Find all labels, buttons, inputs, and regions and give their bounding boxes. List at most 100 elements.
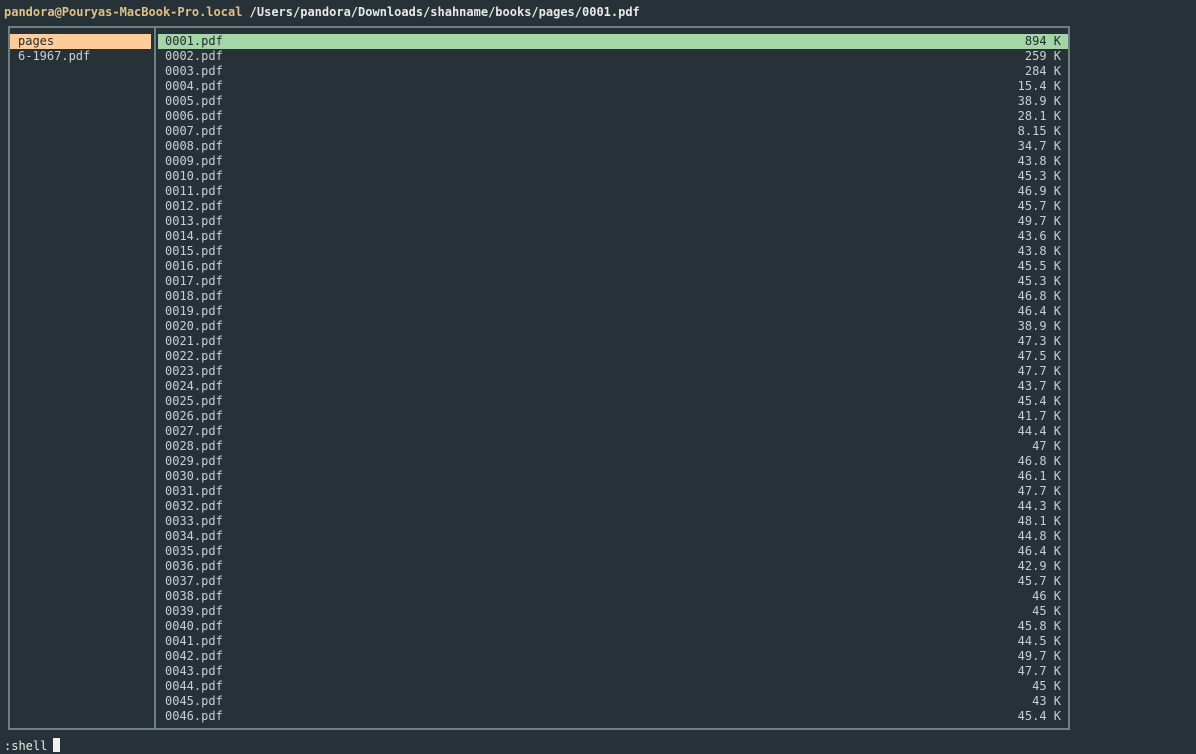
file-list-item[interactable]: 0043.pdf 47.7 K [158,664,1068,679]
file-name: 0035.pdf [165,544,223,558]
file-size: 49.7 K [1017,214,1061,228]
file-list-item[interactable]: 0041.pdf 44.5 K [158,634,1068,649]
file-list-item[interactable]: 0005.pdf 38.9 K [158,94,1068,109]
file-name: 0021.pdf [165,334,223,348]
file-list-item[interactable]: 0033.pdf 48.1 K [158,514,1068,529]
file-list-item[interactable]: 0021.pdf 47.3 K [158,334,1068,349]
file-size: 47.7 K [1017,484,1061,498]
file-list-item[interactable]: 0004.pdf 15.4 K [158,79,1068,94]
file-list-item[interactable]: 0025.pdf 45.4 K [158,394,1068,409]
file-list-item[interactable]: 0044.pdf 45 K [158,679,1068,694]
file-size: 45.3 K [1017,274,1061,288]
file-name: 0045.pdf [165,694,223,708]
file-list-item[interactable]: 0018.pdf 46.8 K [158,289,1068,304]
file-size: 45.7 K [1017,574,1061,588]
file-size: 38.9 K [1017,319,1061,333]
file-list-item[interactable]: 0042.pdf 49.7 K [158,649,1068,664]
file-list-item[interactable]: 0015.pdf 43.8 K [158,244,1068,259]
file-size: 48.1 K [1017,514,1061,528]
file-list-item[interactable]: 0023.pdf 47.7 K [158,364,1068,379]
file-list-item[interactable]: 0022.pdf 47.5 K [158,349,1068,364]
file-list-item[interactable]: 0012.pdf 45.7 K [158,199,1068,214]
file-list-item[interactable]: 0003.pdf 284 K [158,64,1068,79]
file-list-item[interactable]: 0027.pdf 44.4 K [158,424,1068,439]
file-name: 0042.pdf [165,649,223,663]
file-list-item[interactable]: 0013.pdf 49.7 K [158,214,1068,229]
file-list-item[interactable]: 0017.pdf 45.3 K [158,274,1068,289]
file-list-item[interactable]: 0011.pdf 46.9 K [158,184,1068,199]
file-size: 45 K [1032,679,1061,693]
file-size: 43 K [1032,694,1061,708]
file-size: 41.7 K [1017,409,1061,423]
file-list-item[interactable]: 0009.pdf 43.8 K [158,154,1068,169]
item-name: 6-1967.pdf [18,49,91,63]
parent-list-item[interactable]: 6-1967.pdf [10,49,151,64]
text-cursor [53,738,61,752]
file-name: 0010.pdf [165,169,223,183]
file-list-item[interactable]: 0014.pdf 43.6 K [158,229,1068,244]
file-size: 8.15 K [1017,124,1061,138]
file-list-item[interactable]: 0026.pdf 41.7 K [158,409,1068,424]
file-name: 0008.pdf [165,139,223,153]
user-host: pandora@Pouryas-MacBook-Pro.local [4,5,243,19]
file-name: 0003.pdf [165,64,223,78]
file-name: 0018.pdf [165,289,223,303]
file-size: 47.3 K [1017,334,1061,348]
parent-list-item[interactable]: pages [10,34,151,49]
file-list-item[interactable]: 0020.pdf 38.9 K [158,319,1068,334]
file-list-item[interactable]: 0008.pdf 34.7 K [158,139,1068,154]
file-size: 38.9 K [1017,94,1061,108]
file-size: 49.7 K [1017,649,1061,663]
file-size: 46.4 K [1017,304,1061,318]
file-list-item[interactable]: 0039.pdf 45 K [158,604,1068,619]
file-list-item[interactable]: 0038.pdf 46 K [158,589,1068,604]
file-size: 284 K [1024,64,1061,78]
file-name: 0033.pdf [165,514,223,528]
file-name: 0015.pdf [165,244,223,258]
file-list-item[interactable]: 0030.pdf 46.1 K [158,469,1068,484]
file-name: 0029.pdf [165,454,223,468]
file-list-item[interactable]: 0002.pdf 259 K [158,49,1068,64]
file-list-item[interactable]: 0019.pdf 46.4 K [158,304,1068,319]
file-name: 0002.pdf [165,49,223,63]
file-name: 0012.pdf [165,199,223,213]
file-list-item[interactable]: 0016.pdf 45.5 K [158,259,1068,274]
title-bar: pandora@Pouryas-MacBook-Pro.local /Users… [4,3,640,21]
file-size: 44.8 K [1017,529,1061,543]
file-list-item[interactable]: 0001.pdf 894 K [158,34,1068,49]
file-size: 46.1 K [1017,469,1061,483]
file-list-item[interactable]: 0029.pdf 46.8 K [158,454,1068,469]
file-size: 46 K [1032,589,1061,603]
item-name: pages [18,34,55,48]
file-name: 0009.pdf [165,154,223,168]
file-name: 0014.pdf [165,229,223,243]
file-list-item[interactable]: 0045.pdf 43 K [158,694,1068,709]
file-list-item[interactable]: 0028.pdf 47 K [158,439,1068,454]
file-list-item[interactable]: 0046.pdf 45.4 K [158,709,1068,724]
command-line[interactable]: :shell [4,738,61,754]
file-name: 0006.pdf [165,109,223,123]
file-list-item[interactable]: 0036.pdf 42.9 K [158,559,1068,574]
file-size: 45.4 K [1017,709,1061,723]
file-size: 46.8 K [1017,289,1061,303]
file-size: 44.3 K [1017,499,1061,513]
file-list-item[interactable]: 0035.pdf 46.4 K [158,544,1068,559]
current-path: /Users/pandora/Downloads/shahname/books/… [249,5,640,19]
file-list-item[interactable]: 0006.pdf 28.1 K [158,109,1068,124]
file-name: 0043.pdf [165,664,223,678]
file-list-item[interactable]: 0024.pdf 43.7 K [158,379,1068,394]
file-list-item[interactable]: 0010.pdf 45.3 K [158,169,1068,184]
file-size: 46.8 K [1017,454,1061,468]
file-list-item[interactable]: 0031.pdf 47.7 K [158,484,1068,499]
file-list-item[interactable]: 0007.pdf 8.15 K [158,124,1068,139]
file-name: 0024.pdf [165,379,223,393]
file-name: 0032.pdf [165,499,223,513]
file-list-item[interactable]: 0034.pdf 44.8 K [158,529,1068,544]
file-list-item[interactable]: 0040.pdf 45.8 K [158,619,1068,634]
file-size: 44.4 K [1017,424,1061,438]
file-list-item[interactable]: 0037.pdf 45.7 K [158,574,1068,589]
file-name: 0022.pdf [165,349,223,363]
file-name: 0040.pdf [165,619,223,633]
file-name: 0019.pdf [165,304,223,318]
file-list-item[interactable]: 0032.pdf 44.3 K [158,499,1068,514]
